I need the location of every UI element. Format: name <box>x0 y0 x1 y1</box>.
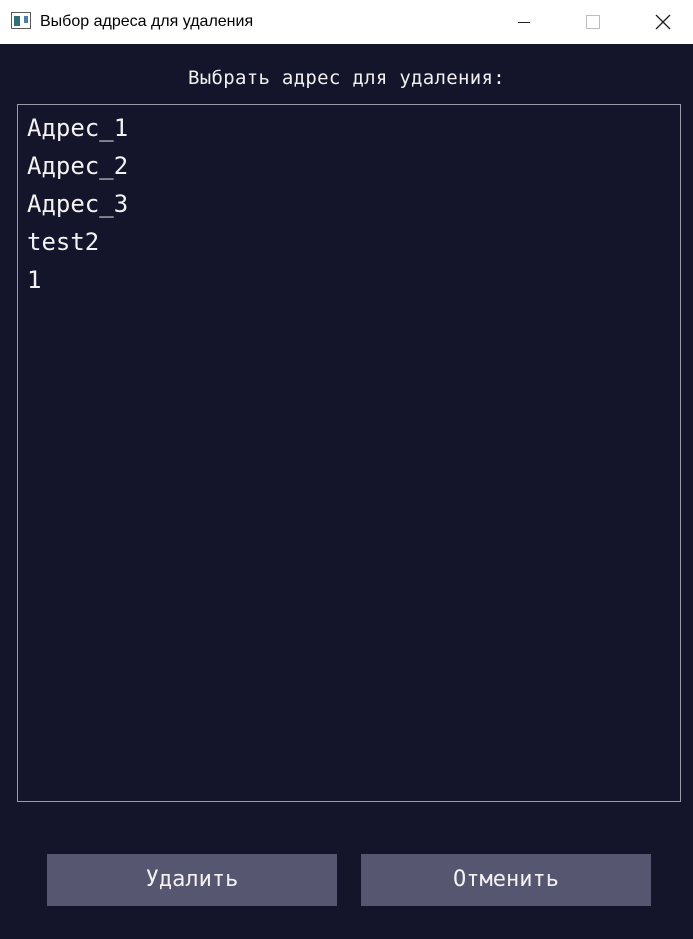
app-window-icon <box>11 12 31 29</box>
dialog-heading: Выбрать адрес для удаления: <box>188 67 505 89</box>
cancel-button[interactable]: Отменить <box>361 854 651 906</box>
address-delete-dialog: Выбор адреса для удаления Выбрать адрес … <box>0 0 693 939</box>
list-item[interactable]: Адрес_1 <box>27 109 128 147</box>
minimize-button[interactable] <box>501 0 547 44</box>
window-title: Выбор адреса для удаления <box>40 13 254 30</box>
list-item[interactable]: test2 <box>27 223 99 261</box>
list-item[interactable]: 1 <box>27 261 41 299</box>
minimize-icon <box>518 22 530 23</box>
title-bar[interactable]: Выбор адреса для удаления <box>0 0 693 44</box>
close-button[interactable] <box>640 0 686 44</box>
list-item[interactable]: Адрес_2 <box>27 147 128 185</box>
maximize-icon <box>586 15 600 29</box>
delete-button[interactable]: Удалить <box>47 854 337 906</box>
close-icon <box>655 14 671 30</box>
address-listbox[interactable]: Адрес_1 Адрес_2 Адрес_3 test2 1 <box>17 104 681 802</box>
list-item[interactable]: Адрес_3 <box>27 185 128 223</box>
maximize-button[interactable] <box>570 0 616 44</box>
